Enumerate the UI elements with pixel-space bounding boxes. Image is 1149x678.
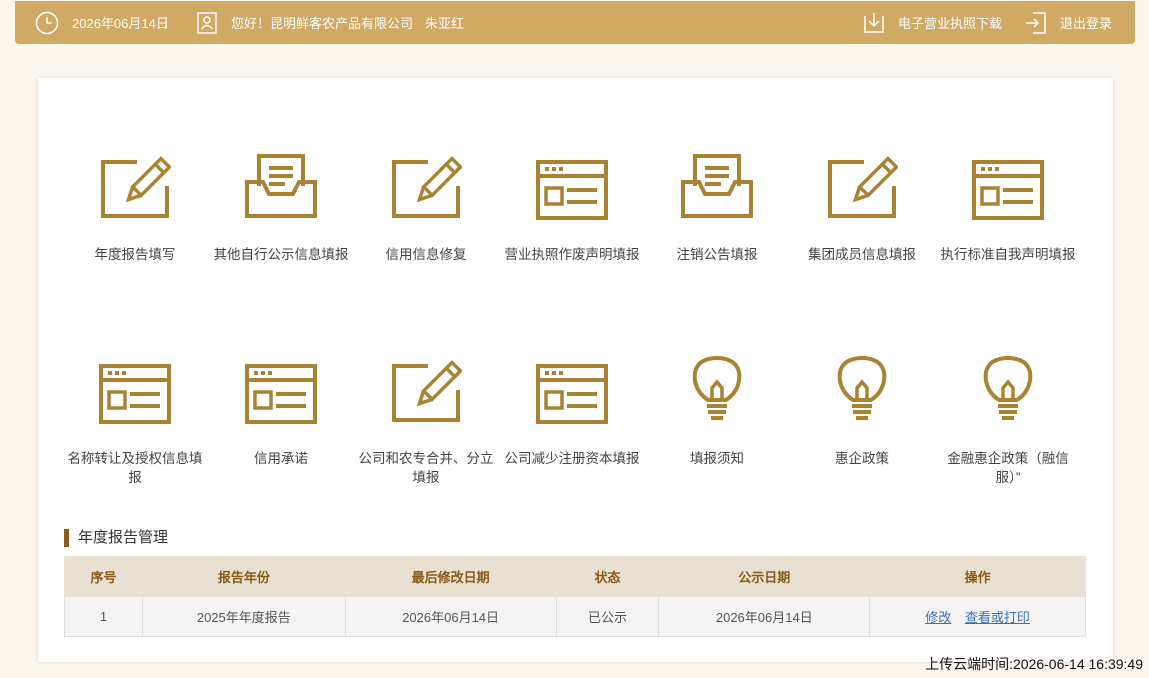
table-header-row: 序号 报告年份 最后修改日期 状态 公示日期 操作: [64, 556, 1086, 597]
tile-label: 执行标准自我声明填报: [940, 247, 1076, 262]
tile-label: 年度报告填写: [94, 247, 176, 262]
greeting: 您好！昆明鲜客农产品有限公司 朱亚红: [197, 1, 464, 44]
logout-button[interactable]: 退出登录: [1025, 1, 1112, 44]
cell-index: 1: [64, 596, 143, 637]
tile-label: 注销公告填报: [676, 247, 758, 262]
download-icon: [862, 12, 886, 34]
logout-icon: [1025, 11, 1047, 34]
table-row: 1 2025年年度报告 2026年06月14日 已公示 2026年06月14日 …: [64, 596, 1086, 637]
web-form-icon: [62, 352, 208, 424]
edit-link[interactable]: 修改: [925, 610, 951, 625]
header-report-year: 报告年份: [141, 556, 346, 597]
clock-icon: [35, 11, 59, 35]
section-title: 年度报告管理: [64, 529, 168, 547]
tile-label: 集团成员信息填报: [808, 247, 916, 262]
tile-label: 名称转让及授权信息填报: [67, 451, 203, 485]
document-tray-icon: [208, 148, 354, 220]
tile-2[interactable]: 其他自行公示信息填报: [208, 148, 354, 264]
header-modified-date: 最后修改日期: [344, 556, 557, 597]
header-index: 序号: [64, 556, 143, 597]
tile-label: 公司减少注册资本填报: [504, 451, 640, 466]
cell-report-year: 2025年年度报告: [141, 596, 346, 637]
tile-6[interactable]: 集团成员信息填报: [789, 148, 935, 264]
lightbulb-icon: [789, 352, 935, 424]
header-status: 状态: [555, 556, 660, 597]
tile-10[interactable]: 公司和农专合并、分立填报: [353, 352, 499, 487]
tile-9[interactable]: 信用承诺: [208, 352, 354, 468]
cell-actions: 修改 查看或打印: [869, 596, 1086, 637]
web-form-icon: [499, 148, 645, 220]
greeting-text: 您好！昆明鲜客农产品有限公司: [231, 16, 414, 31]
tile-1[interactable]: 年度报告填写: [62, 148, 208, 264]
tile-label: 其他自行公示信息填报: [213, 247, 349, 262]
user-card-icon: [197, 11, 217, 34]
web-form-icon: [499, 352, 645, 424]
tile-label: 填报须知: [690, 451, 744, 466]
tile-13[interactable]: 惠企政策: [789, 352, 935, 468]
tile-14[interactable]: 金融惠企政策（融信服）”: [935, 352, 1081, 487]
top-bar: 2026年06月14日 您好！昆明鲜客农产品有限公司 朱亚红 电子营业执照下载 …: [15, 1, 1135, 44]
tile-label: 公司和农专合并、分立填报: [358, 451, 494, 485]
document-tray-icon: [644, 148, 790, 220]
license-download-button[interactable]: 电子营业执照下载: [862, 1, 1002, 44]
tile-3[interactable]: 信用信息修复: [353, 148, 499, 264]
user-name: 朱亚红: [425, 16, 465, 31]
main-panel: 年度报告填写 其他自行公示信息填报 信用信息修复 营业执照作废声明填报 注销公告填报 集团…: [38, 78, 1113, 662]
lightbulb-icon: [644, 352, 790, 424]
license-download-link[interactable]: 电子营业执照下载: [898, 13, 1002, 32]
web-form-icon: [208, 352, 354, 424]
tile-11[interactable]: 公司减少注册资本填报: [499, 352, 645, 468]
header-actions: 操作: [869, 556, 1086, 597]
current-date: 2026年06月14日: [72, 16, 169, 31]
tile-7[interactable]: 执行标准自我声明填报: [935, 148, 1081, 264]
tile-label: 营业执照作废声明填报: [504, 247, 640, 262]
lightbulb-icon: [935, 352, 1081, 424]
cell-publish-date: 2026年06月14日: [658, 596, 871, 637]
tile-12[interactable]: 填报须知: [644, 352, 790, 468]
pencil-edit-icon: [62, 148, 208, 220]
tile-5[interactable]: 注销公告填报: [644, 148, 790, 264]
tile-label: 信用信息修复: [385, 247, 467, 262]
cell-modified-date: 2026年06月14日: [344, 596, 557, 637]
pencil-edit-icon: [789, 148, 935, 220]
pencil-edit-icon: [353, 148, 499, 220]
annual-report-table: 序号 报告年份 最后修改日期 状态 公示日期 操作 1 2025年年度报告 20…: [64, 556, 1086, 637]
pencil-edit-icon: [353, 352, 499, 424]
date-display: 2026年06月14日: [35, 1, 169, 44]
tile-label: 信用承诺: [254, 451, 308, 466]
upload-time: 上传云端时间:2026-06-14 16:39:49: [925, 656, 1143, 672]
tile-4[interactable]: 营业执照作废声明填报: [499, 148, 645, 264]
tile-8[interactable]: 名称转让及授权信息填报: [62, 352, 208, 487]
tile-label: 惠企政策: [835, 451, 889, 466]
cell-status: 已公示: [555, 596, 660, 637]
logout-link[interactable]: 退出登录: [1060, 13, 1112, 32]
tile-label: 金融惠企政策（融信服）”: [947, 451, 1069, 485]
view-print-link[interactable]: 查看或打印: [965, 610, 1030, 625]
web-form-icon: [935, 148, 1081, 220]
header-publish-date: 公示日期: [658, 556, 871, 597]
